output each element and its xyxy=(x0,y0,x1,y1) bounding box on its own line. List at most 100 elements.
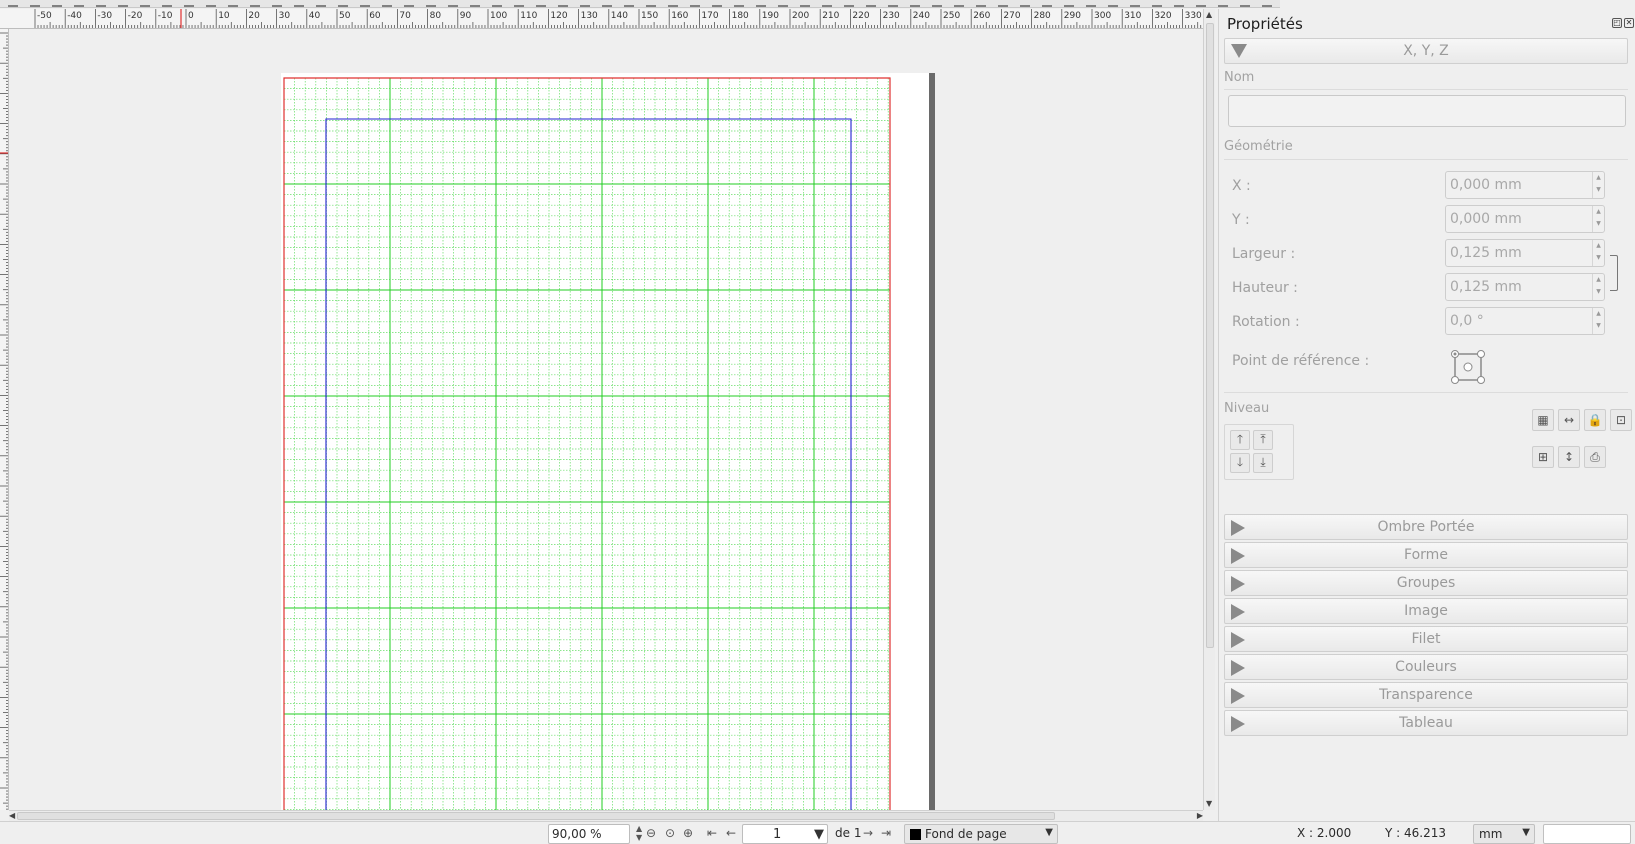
document-canvas[interactable] xyxy=(9,29,1203,810)
group-icon[interactable]: ▦ xyxy=(1532,409,1554,431)
toolbar-button[interactable] xyxy=(866,0,876,7)
toolbar-button[interactable] xyxy=(1042,0,1052,7)
toolbar-button[interactable] xyxy=(844,0,854,7)
toolbar-button[interactable] xyxy=(1174,0,1184,7)
status-extra-field[interactable] xyxy=(1543,824,1631,844)
zoom-in-icon[interactable]: ⊕ xyxy=(683,826,693,840)
toolbar-button[interactable] xyxy=(1240,0,1250,7)
toolbar-button[interactable] xyxy=(206,0,216,7)
toolbar-button[interactable] xyxy=(96,0,106,7)
layer-select[interactable]: Fond de page ▼ xyxy=(904,824,1058,844)
float-icon[interactable]: ◰ xyxy=(1612,18,1622,28)
section-tableau[interactable]: Tableau xyxy=(1224,710,1628,736)
toolbar-button[interactable] xyxy=(382,0,392,7)
y-spinbox[interactable]: 0,000 mm ▲ ▼ xyxy=(1445,205,1605,233)
toolbar-button[interactable] xyxy=(30,0,40,7)
toolbar-button[interactable] xyxy=(778,0,788,7)
horizontal-ruler[interactable]: -50 -40 -30 -20 -10 0 10 20 30 40 50 60 70 80 90 100 110… xyxy=(8,9,1203,29)
ungroup-icon[interactable]: ⊞ xyxy=(1532,446,1554,468)
scroll-down-arrow-icon[interactable]: ▼ xyxy=(1206,799,1212,809)
lower-icon[interactable]: 🡓 xyxy=(1230,453,1250,473)
unit-select[interactable]: mm ▼ xyxy=(1473,824,1535,844)
section-groupes[interactable]: Groupes xyxy=(1224,570,1628,596)
raise-to-top-icon[interactable]: ⤒ xyxy=(1253,430,1273,450)
flip-horizontal-icon[interactable]: ↔ xyxy=(1558,409,1580,431)
zoom-spin-icon[interactable]: ▲ ▼ xyxy=(636,824,642,842)
last-page-icon[interactable]: ⇥ xyxy=(881,826,891,840)
toolbar-button[interactable] xyxy=(140,0,150,7)
lower-to-bottom-icon[interactable]: ⤓ xyxy=(1253,453,1273,473)
toolbar-button[interactable] xyxy=(360,0,370,7)
spin-arrows-icon[interactable]: ▲ ▼ xyxy=(1592,274,1604,300)
toolbar-button[interactable] xyxy=(492,0,502,7)
zoom-out-icon[interactable]: ⊖ xyxy=(646,826,656,840)
section-filet[interactable]: Filet xyxy=(1224,626,1628,652)
toolbar-button[interactable] xyxy=(602,0,612,7)
toolbar-button[interactable] xyxy=(470,0,480,7)
scroll-left-arrow-icon[interactable]: ◀ xyxy=(9,811,15,821)
toolbar-button[interactable] xyxy=(668,0,678,7)
toolbar-button[interactable] xyxy=(1152,0,1162,7)
toolbar-button[interactable] xyxy=(1020,0,1030,7)
toolbar-button[interactable] xyxy=(1130,0,1140,7)
page-dropdown-icon[interactable]: ▼ xyxy=(814,827,824,842)
toolbar-button[interactable] xyxy=(52,0,62,7)
spin-arrows-icon[interactable]: ▲ ▼ xyxy=(1592,172,1604,198)
spin-arrows-icon[interactable]: ▲ ▼ xyxy=(1592,308,1604,334)
lock-icon[interactable]: 🔒 xyxy=(1584,409,1606,431)
section-image[interactable]: Image xyxy=(1224,598,1628,624)
toolbar-button[interactable] xyxy=(1196,0,1206,7)
keep-ratio-chain-icon[interactable] xyxy=(1610,255,1618,291)
section-transparence[interactable]: Transparence xyxy=(1224,682,1628,708)
toolbar-button[interactable] xyxy=(910,0,920,7)
toolbar-button[interactable] xyxy=(954,0,964,7)
toolbar-button[interactable] xyxy=(1218,0,1228,7)
toolbar-button[interactable] xyxy=(756,0,766,7)
spin-arrows-icon[interactable]: ▲ ▼ xyxy=(1592,206,1604,232)
section-couleurs[interactable]: Couleurs xyxy=(1224,654,1628,680)
printable-icon[interactable]: ⎙ xyxy=(1584,446,1606,468)
scroll-up-arrow-icon[interactable]: ▲ xyxy=(1206,10,1212,20)
x-spinbox[interactable]: 0,000 mm ▲ ▼ xyxy=(1445,171,1605,199)
section-ombre-portee[interactable]: Ombre Portée xyxy=(1224,514,1628,540)
height-spinbox[interactable]: 0,125 mm ▲ ▼ xyxy=(1445,273,1605,301)
toolbar-button[interactable] xyxy=(338,0,348,7)
page-number-input[interactable]: 1 ▼ xyxy=(742,824,828,844)
toolbar-button[interactable] xyxy=(800,0,810,7)
toolbar-button[interactable] xyxy=(74,0,84,7)
toolbar-button[interactable] xyxy=(1108,0,1118,7)
raise-icon[interactable]: 🡑 xyxy=(1230,430,1250,450)
toolbar-button[interactable] xyxy=(228,0,238,7)
toolbar-button[interactable] xyxy=(272,0,282,7)
toolbar-button[interactable] xyxy=(712,0,722,7)
toolbar-button[interactable] xyxy=(404,0,414,7)
previous-page-icon[interactable]: ← xyxy=(726,826,736,840)
zoom-100-icon[interactable]: ⊙ xyxy=(665,826,675,840)
toolbar-button[interactable] xyxy=(932,0,942,7)
flip-vertical-icon[interactable]: ↕ xyxy=(1558,446,1580,468)
section-xyz-header[interactable]: X, Y, Z xyxy=(1224,38,1628,64)
toolbar-button[interactable] xyxy=(8,0,18,7)
toolbar-button[interactable] xyxy=(1262,0,1272,7)
toolbar-button[interactable] xyxy=(448,0,458,7)
toolbar-button[interactable] xyxy=(580,0,590,7)
toolbar-button[interactable] xyxy=(1086,0,1096,7)
scroll-right-arrow-icon[interactable]: ▶ xyxy=(1197,811,1203,821)
vertical-ruler[interactable] xyxy=(0,29,9,810)
spin-arrows-icon[interactable]: ▲ ▼ xyxy=(1592,240,1604,266)
toolbar-button[interactable] xyxy=(976,0,986,7)
rotation-spinbox[interactable]: 0,0 ° ▲ ▼ xyxy=(1445,307,1605,335)
toolbar-button[interactable] xyxy=(118,0,128,7)
vertical-scroll-thumb[interactable] xyxy=(1206,23,1214,648)
toolbar-button[interactable] xyxy=(558,0,568,7)
toolbar-button[interactable] xyxy=(822,0,832,7)
width-spinbox[interactable]: 0,125 mm ▲ ▼ xyxy=(1445,239,1605,267)
toolbar-button[interactable] xyxy=(426,0,436,7)
lock-size-icon[interactable]: ⊡ xyxy=(1610,409,1632,431)
toolbar-button[interactable] xyxy=(316,0,326,7)
toolbar-button[interactable] xyxy=(514,0,524,7)
name-input[interactable] xyxy=(1228,95,1626,127)
close-icon[interactable]: ✕ xyxy=(1624,18,1634,28)
vertical-scrollbar[interactable]: ▲ ▼ xyxy=(1203,9,1215,810)
toolbar-button[interactable] xyxy=(690,0,700,7)
